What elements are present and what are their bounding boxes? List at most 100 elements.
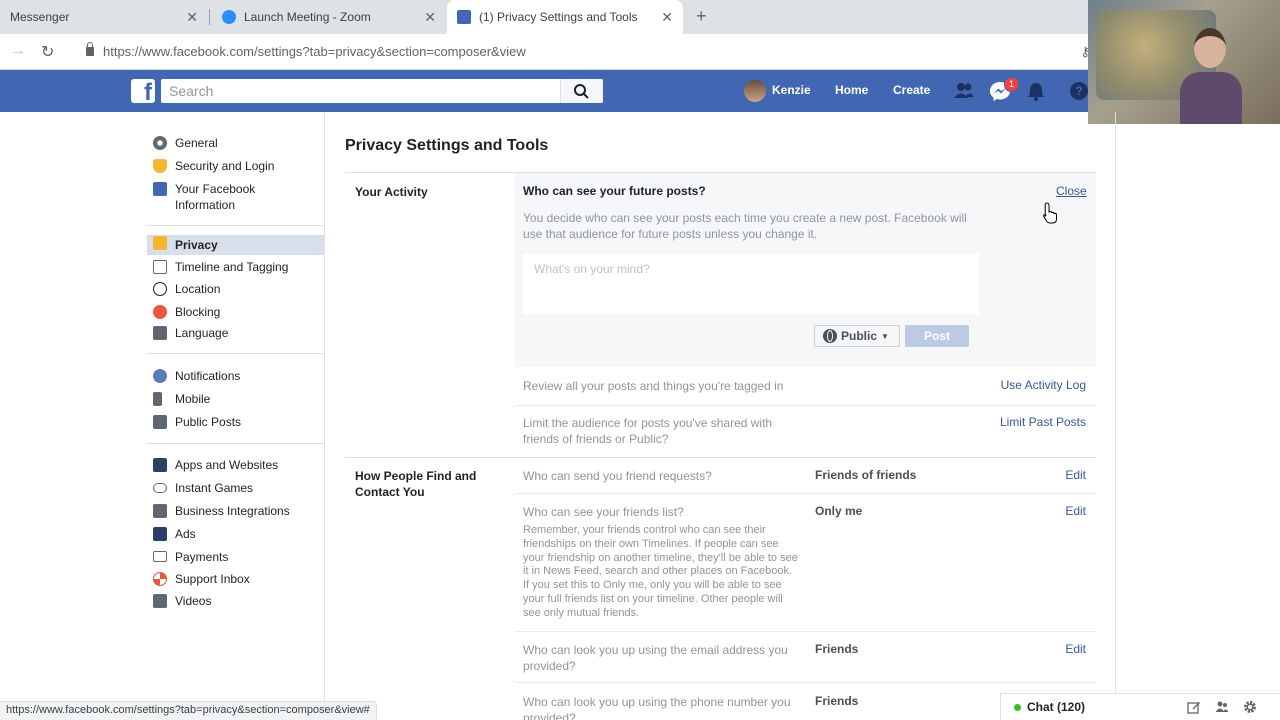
search-icon — [574, 84, 589, 99]
chat-label[interactable]: Chat (120) — [1027, 700, 1085, 714]
sidebar-item-general[interactable]: General — [147, 135, 324, 155]
facebook-icon — [153, 182, 167, 196]
sidebar-divider — [147, 443, 324, 444]
block-icon — [153, 305, 167, 319]
sidebar-item-videos[interactable]: Videos — [147, 593, 324, 613]
facebook-icon — [457, 10, 471, 24]
profile-link[interactable]: Kenzie — [772, 83, 811, 97]
phone-lookup-question: Who can look you up using the phone numb… — [523, 695, 791, 720]
friends-list-value: Only me — [815, 504, 863, 518]
language-icon — [153, 326, 167, 340]
close-link[interactable]: Close — [1056, 184, 1087, 198]
sidebar-item-label: Security and Login — [175, 159, 275, 173]
zoom-icon — [222, 10, 236, 24]
sidebar-item-business-integrations[interactable]: Business Integrations — [147, 503, 324, 523]
review-posts-text: Review all your posts and things you're … — [523, 379, 784, 393]
sidebar-item-blocking[interactable]: Blocking — [147, 304, 324, 324]
lifebuoy-icon — [153, 572, 167, 586]
search-input[interactable] — [161, 79, 603, 103]
reload-icon[interactable]: ↻ — [41, 42, 54, 62]
tab-title: Launch Meeting - Zoom — [244, 10, 371, 24]
home-link[interactable]: Home — [835, 83, 868, 97]
composer-input[interactable] — [523, 254, 979, 314]
sidebar-item-language[interactable]: Language — [147, 325, 324, 345]
create-link[interactable]: Create — [893, 83, 930, 97]
shield-icon — [153, 159, 167, 173]
lock-icon — [86, 42, 94, 56]
ads-icon — [153, 527, 167, 541]
sidebar-item-location[interactable]: Location — [147, 281, 324, 301]
sidebar-item-your-information[interactable]: Your Facebook Information — [147, 181, 324, 215]
edit-email-lookup-link[interactable]: Edit — [1025, 642, 1086, 656]
sidebar-item-privacy[interactable]: Privacy — [147, 235, 324, 255]
friend-requests-icon[interactable] — [953, 81, 975, 101]
presenter-image — [1180, 28, 1242, 124]
globe-icon — [153, 369, 167, 383]
lock-icon — [153, 236, 167, 250]
row-divider — [515, 631, 1096, 632]
online-status-icon — [1014, 704, 1021, 711]
tab-title: Messenger — [10, 10, 70, 24]
sidebar-item-security[interactable]: Security and Login — [147, 158, 324, 178]
composer-description: You decide who can see your posts each t… — [523, 211, 967, 241]
composer-question: Who can see your future posts? — [523, 184, 706, 198]
gamepad-icon — [153, 483, 167, 493]
sidebar-item-label: Support Inbox — [175, 572, 250, 586]
sidebar-item-public-posts[interactable]: Public Posts — [147, 414, 324, 434]
sidebar-item-instant-games[interactable]: Instant Games — [147, 480, 324, 500]
friends-list-description: Remember, your friends control who can s… — [523, 524, 798, 619]
sidebar-item-label: Videos — [175, 594, 212, 608]
limit-past-posts-link[interactable]: Limit Past Posts — [965, 415, 1086, 429]
sidebar-item-mobile[interactable]: Mobile — [147, 391, 324, 411]
globe-icon — [823, 329, 837, 343]
sidebar-item-label: Language — [175, 326, 229, 340]
privacy-settings-panel: Privacy Settings and Tools Your Activity… — [325, 112, 1116, 720]
sidebar-item-support-inbox[interactable]: Support Inbox — [147, 571, 324, 591]
search-button[interactable] — [560, 79, 603, 103]
film-icon — [153, 594, 167, 608]
edit-friends-list-link[interactable]: Edit — [1025, 504, 1086, 518]
sidebar-item-label: Instant Games — [175, 481, 254, 495]
browser-status-bar: https://www.facebook.com/settings?tab=pr… — [0, 701, 377, 720]
sidebar-item-label: Blocking — [175, 305, 221, 319]
sidebar-item-label: Location — [175, 282, 221, 296]
timeline-icon — [153, 260, 167, 274]
tab-messenger[interactable]: Messenger ✕ — [0, 0, 208, 34]
tab-zoom[interactable]: Launch Meeting - Zoom ✕ — [210, 0, 446, 34]
sidebar-item-ads[interactable]: Ads — [147, 526, 324, 546]
url-field[interactable]: https://www.facebook.com/settings?tab=pr… — [86, 42, 526, 59]
close-tab-icon[interactable]: ✕ — [661, 9, 673, 26]
new-group-icon[interactable] — [1215, 700, 1229, 714]
sidebar-item-apps-websites[interactable]: Apps and Websites — [147, 457, 324, 477]
avatar[interactable] — [744, 80, 766, 102]
close-tab-icon[interactable]: ✕ — [186, 9, 198, 26]
business-icon — [153, 504, 167, 518]
sidebar-item-notifications[interactable]: Notifications — [147, 368, 324, 388]
edit-friend-requests-link[interactable]: Edit — [1025, 468, 1086, 482]
new-tab-icon[interactable]: + — [696, 6, 707, 27]
notifications-bell-icon[interactable] — [1025, 81, 1047, 101]
sidebar-item-label: Privacy — [175, 238, 218, 252]
rss-icon — [153, 415, 167, 429]
friend-requests-question: Who can send you friend requests? — [523, 469, 712, 483]
url-text: https://www.facebook.com/settings?tab=pr… — [103, 44, 526, 59]
help-icon[interactable]: ? — [1068, 81, 1090, 101]
sidebar-item-timeline[interactable]: Timeline and Tagging — [147, 259, 324, 279]
row-divider — [515, 682, 1096, 683]
chat-settings-gear-icon[interactable] — [1243, 700, 1257, 714]
activity-log-link[interactable]: Use Activity Log — [965, 378, 1086, 392]
audience-selector[interactable]: Public ▼ — [814, 325, 900, 347]
section-label-find-contact: How People Find and Contact You — [355, 469, 477, 499]
close-tab-icon[interactable]: ✕ — [424, 9, 436, 26]
sidebar-item-payments[interactable]: Payments — [147, 549, 324, 569]
forward-icon[interactable]: → — [10, 42, 26, 60]
compose-message-icon[interactable] — [1187, 700, 1201, 714]
sidebar-item-label: Your Facebook Information — [175, 182, 256, 212]
facebook-logo-icon[interactable]: f — [131, 79, 155, 103]
chat-bar[interactable]: Chat (120) — [1000, 693, 1280, 720]
email-lookup-question: Who can look you up using the email addr… — [523, 643, 788, 673]
post-button[interactable]: Post — [905, 325, 969, 347]
email-lookup-value: Friends — [815, 642, 859, 656]
caret-down-icon: ▼ — [881, 331, 889, 341]
tab-privacy-settings[interactable]: (1) Privacy Settings and Tools ✕ — [447, 0, 683, 34]
